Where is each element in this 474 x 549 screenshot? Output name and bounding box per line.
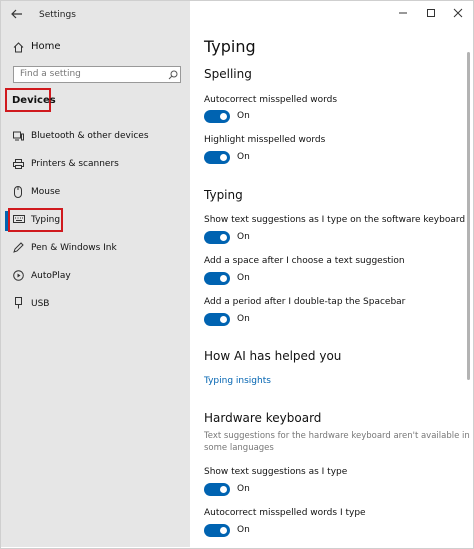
minimize-icon[interactable] [392,4,414,22]
period-toggle[interactable] [204,313,230,326]
hardware-note-line2: some languages [204,443,274,453]
toggle-knob [220,154,227,161]
space-toggle[interactable] [204,272,230,285]
suggestions-state: On [237,232,250,242]
hw-autocorrect-state: On [237,525,250,535]
toggle-knob [220,113,227,120]
toggle-knob [220,527,227,534]
maximize-icon[interactable] [420,4,442,22]
highlight-label: Highlight misspelled words [204,135,326,145]
hw-suggestions-toggle[interactable] [204,483,230,496]
hardware-heading: Hardware keyboard [204,411,322,425]
main-content: Typing Spelling Autocorrect misspelled w… [190,1,473,547]
hw-suggestions-label: Show text suggestions as I type [204,467,348,477]
sidebar-item-autoplay[interactable]: AutoPlay [31,271,71,281]
back-arrow-icon[interactable] [11,9,23,19]
printer-icon [13,159,24,169]
section-title: Devices [12,95,56,106]
search-placeholder: Find a setting [20,69,81,79]
home-icon [13,42,24,53]
autocorrect-toggle[interactable] [204,110,230,123]
hardware-note-line1: Text suggestions for the hardware keyboa… [204,431,470,441]
highlight-toggle[interactable] [204,151,230,164]
sidebar-item-mouse[interactable]: Mouse [31,187,60,197]
toggle-knob [220,486,227,493]
sidebar-item-typing[interactable]: Typing [31,215,60,225]
hw-autocorrect-toggle[interactable] [204,524,230,537]
spelling-heading: Spelling [204,67,252,81]
sidebar-item-bluetooth[interactable]: Bluetooth & other devices [31,131,149,141]
toggle-knob [220,316,227,323]
hw-suggestions-state: On [237,484,250,494]
sidebar-item-printers[interactable]: Printers & scanners [31,159,119,169]
hw-autocorrect-label: Autocorrect misspelled words I type [204,508,366,518]
mouse-icon [14,186,22,198]
autocorrect-label: Autocorrect misspelled words [204,95,338,105]
close-icon[interactable] [447,4,469,22]
bluetooth-devices-icon [13,131,24,141]
window-title: Settings [39,10,76,20]
sidebar: Settings Home Find a setting Devices Blu… [1,1,190,547]
usb-icon [15,297,22,309]
highlight-state: On [237,152,250,162]
space-label: Add a space after I choose a text sugges… [204,256,405,266]
autoplay-icon [13,270,24,281]
pen-icon [13,242,24,253]
suggestions-label: Show text suggestions as I type on the s… [204,215,466,225]
keyboard-icon [13,215,25,223]
autocorrect-state: On [237,111,250,121]
scrollbar[interactable] [467,52,470,380]
typing-insights-link[interactable]: Typing insights [204,376,271,386]
period-label: Add a period after I double-tap the Spac… [204,297,406,307]
search-icon [168,70,178,80]
toggle-knob [220,234,227,241]
typing-heading: Typing [204,188,243,202]
page-title: Typing [204,37,256,56]
ai-heading: How AI has helped you [204,349,342,363]
search-input[interactable]: Find a setting [13,66,181,83]
sidebar-item-usb[interactable]: USB [31,299,49,309]
space-state: On [237,273,250,283]
suggestions-toggle[interactable] [204,231,230,244]
period-state: On [237,314,250,324]
toggle-knob [220,275,227,282]
sidebar-item-pen[interactable]: Pen & Windows Ink [31,243,117,253]
home-link[interactable]: Home [31,41,61,52]
